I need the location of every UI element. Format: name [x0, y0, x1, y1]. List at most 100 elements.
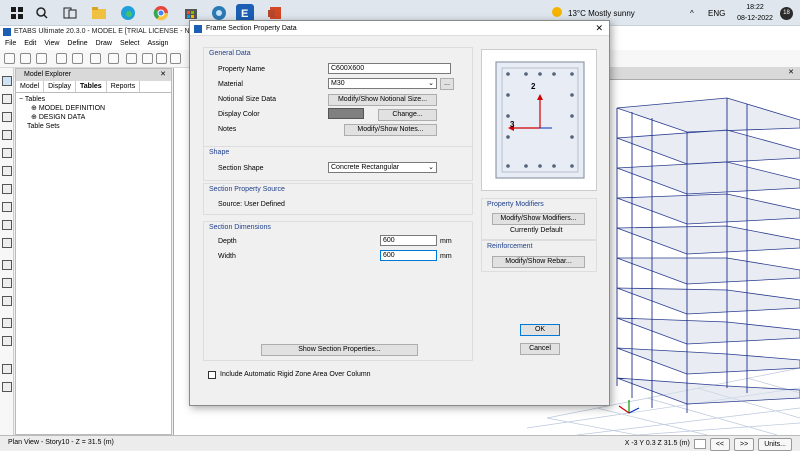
color-swatch[interactable] [328, 108, 364, 119]
menu-edit[interactable]: Edit [24, 38, 36, 50]
next-story-button[interactable]: >> [734, 437, 755, 451]
menu-draw[interactable]: Draw [96, 38, 112, 50]
lock-icon[interactable] [108, 53, 119, 64]
tab-reports[interactable]: Reports [107, 81, 141, 92]
draw-wall-icon[interactable] [2, 184, 12, 194]
depth-input[interactable]: 600 [380, 235, 437, 246]
axis-2-label: 2 [531, 82, 536, 91]
shape-group: Shape Section Shape Concrete Rectangular… [203, 146, 473, 181]
pencil-icon[interactable] [90, 53, 101, 64]
model-explorer-header: Model Explorer ✕ [16, 69, 171, 81]
draw-area-icon[interactable] [2, 220, 12, 230]
zoom-window-icon[interactable] [170, 53, 181, 64]
close-icon[interactable]: ✕ [595, 21, 603, 36]
edge-browser-icon[interactable] [119, 4, 137, 22]
section-shape-select[interactable]: Concrete Rectangular ⌄ [328, 162, 437, 173]
draw-column-icon[interactable] [2, 130, 12, 140]
property-modifiers-heading: Property Modifiers [487, 201, 544, 208]
tab-tables[interactable]: Tables [76, 81, 107, 92]
draw-dimension-icon[interactable] [2, 296, 12, 306]
notes-button[interactable]: Modify/Show Notes... [344, 124, 437, 136]
windows-start-icon[interactable] [8, 4, 26, 22]
material-browse-button[interactable]: ... [440, 78, 454, 90]
save-icon[interactable] [36, 53, 47, 64]
cursor-coordinates: X -3 Y 0.3 Z 31.5 (m) [624, 440, 690, 447]
draw-grid-icon[interactable] [2, 318, 12, 328]
coord-dropdown[interactable] [693, 439, 706, 449]
draw-section-cut-icon[interactable] [2, 278, 12, 288]
draw-joint-icon[interactable] [2, 94, 12, 104]
draw-brace-icon[interactable] [2, 148, 12, 158]
zoom-out-icon[interactable] [156, 53, 167, 64]
ok-button[interactable]: OK [520, 324, 560, 336]
notional-size-button[interactable]: Modify/Show Notional Size... [328, 94, 437, 106]
undo-icon[interactable] [56, 53, 67, 64]
menu-assign[interactable]: Assign [147, 38, 168, 50]
dialog-title-bar: Frame Section Property Data ✕ [190, 21, 609, 36]
expand-icon[interactable]: ⊕ [31, 114, 37, 121]
close-icon[interactable]: ✕ [160, 69, 166, 81]
tree-item-label: Tables [24, 96, 46, 103]
draw-tendon-icon[interactable] [2, 260, 12, 270]
task-view-icon[interactable] [61, 4, 79, 22]
property-name-input[interactable]: C600X600 [328, 63, 451, 74]
tree-item-table-sets[interactable]: Table Sets [19, 122, 168, 131]
section-source-text: Source: User Defined [218, 201, 285, 208]
collapse-icon[interactable]: − [19, 96, 23, 103]
new-model-icon[interactable] [4, 53, 15, 64]
clock[interactable]: 18:22 08-12-2022 [735, 2, 775, 24]
etabs-logo-icon [3, 28, 11, 36]
search-icon[interactable] [33, 4, 51, 22]
status-right-group: X -3 Y 0.3 Z 31.5 (m) << >> Units... [625, 437, 792, 451]
width-input[interactable]: 600 [380, 250, 437, 261]
pointer-icon[interactable] [2, 76, 12, 86]
cancel-button[interactable]: Cancel [520, 343, 560, 355]
open-icon[interactable] [20, 53, 31, 64]
change-color-button[interactable]: Change... [378, 109, 437, 121]
draw-floor-icon[interactable] [2, 166, 12, 176]
rebar-button[interactable]: Modify/Show Rebar... [492, 256, 585, 268]
tray-chevron-icon[interactable]: ^ [690, 0, 694, 26]
draw-reference-icon[interactable] [2, 336, 12, 346]
rigid-zone-checkbox[interactable] [208, 371, 216, 379]
tree-item-model-definition[interactable]: ⊕ MODEL DEFINITION [19, 104, 168, 113]
draw-wave-icon[interactable] [2, 364, 12, 374]
menu-select[interactable]: Select [120, 38, 139, 50]
prev-story-button[interactable]: << [709, 437, 731, 451]
expand-icon[interactable]: ⊕ [31, 105, 37, 112]
modifiers-status: Currently Default [510, 227, 563, 234]
tree-item-design-data[interactable]: ⊕ DESIGN DATA [19, 113, 168, 122]
material-select[interactable]: M30 ⌄ [328, 78, 437, 89]
modifiers-button[interactable]: Modify/Show Modifiers... [492, 213, 585, 225]
weather-icon[interactable] [550, 5, 564, 19]
tree-item-label: DESIGN DATA [38, 114, 86, 121]
menu-view[interactable]: View [44, 38, 59, 50]
draw-line-icon[interactable] [2, 382, 12, 392]
axis-3-label: 3 [510, 120, 515, 129]
tab-display[interactable]: Display [44, 81, 77, 92]
chrome-icon[interactable] [152, 4, 170, 22]
width-unit: mm [440, 253, 452, 260]
lang-indicator[interactable]: ENG [708, 0, 725, 26]
shape-heading: Shape [209, 149, 230, 156]
menu-define[interactable]: Define [67, 38, 87, 50]
notes-label: Notes [218, 126, 237, 133]
file-explorer-icon[interactable] [90, 4, 108, 22]
menu-file[interactable]: File [5, 38, 16, 50]
draw-opening-icon[interactable] [2, 202, 12, 212]
draw-link-icon[interactable] [2, 238, 12, 248]
status-view-text: Plan View - Story10 - Z = 31.5 (m) [8, 439, 114, 446]
show-section-properties-button[interactable]: Show Section Properties... [261, 344, 418, 356]
notification-badge[interactable]: 18 [780, 7, 793, 20]
draw-beam-icon[interactable] [2, 112, 12, 122]
model-explorer-title: Model Explorer [24, 71, 72, 78]
tree-item-tables[interactable]: − Tables [19, 95, 168, 104]
units-button[interactable]: Units... [758, 437, 792, 451]
reinforcement-group: Reinforcement Modify/Show Rebar... [481, 240, 597, 272]
run-analysis-icon[interactable] [126, 53, 137, 64]
zoom-in-icon[interactable] [142, 53, 153, 64]
redo-icon[interactable] [72, 53, 83, 64]
tab-model[interactable]: Model [16, 81, 45, 92]
left-toolbar [0, 68, 14, 435]
status-bar: Plan View - Story10 - Z = 31.5 (m) X -3 … [0, 435, 800, 451]
